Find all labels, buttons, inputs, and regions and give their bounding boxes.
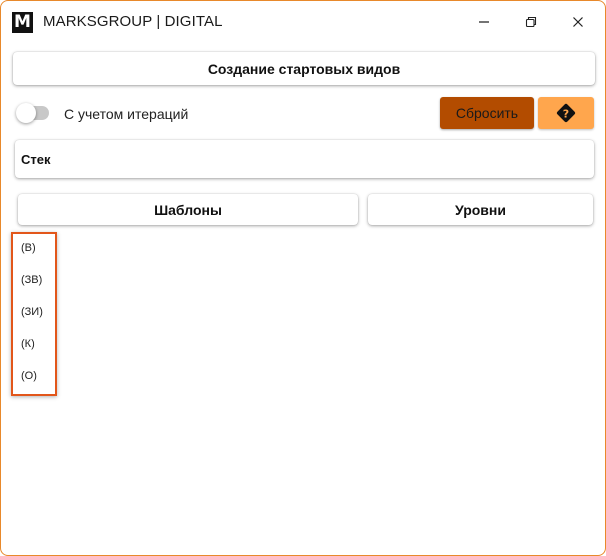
iterations-toggle-label: С учетом итераций — [64, 106, 189, 122]
maximize-button[interactable] — [508, 1, 554, 43]
tab-templates[interactable]: Шаблоны — [18, 194, 358, 225]
minimize-button[interactable] — [461, 1, 507, 43]
restore-icon — [525, 16, 537, 28]
app-title: MARKSGROUP | DIGITAL — [43, 13, 223, 30]
reset-button[interactable]: Сбросить — [440, 97, 534, 129]
help-button[interactable]: ? — [538, 97, 594, 129]
close-icon — [573, 17, 583, 27]
list-item[interactable]: (ЗВ) — [21, 274, 42, 286]
close-button[interactable] — [555, 1, 601, 43]
title-bar: M MARKSGROUP | DIGITAL — [1, 1, 605, 43]
app-logo: M — [12, 12, 33, 33]
list-item[interactable]: (К) — [21, 338, 35, 350]
list-item[interactable]: (В) — [21, 242, 36, 254]
app-window: M MARKSGROUP | DIGITAL Создание стартовы… — [0, 0, 606, 556]
list-item[interactable]: (ЗИ) — [21, 306, 43, 318]
iterations-toggle[interactable] — [16, 103, 49, 123]
stack-label: Стек — [21, 152, 51, 167]
list-item[interactable]: (О) — [21, 370, 37, 382]
svg-text:?: ? — [563, 108, 569, 121]
create-start-views-button[interactable]: Создание стартовых видов — [13, 52, 595, 85]
question-diamond-icon: ? — [556, 103, 576, 123]
templates-list: (В) (ЗВ) (ЗИ) (К) (О) — [11, 232, 57, 396]
minimize-icon — [479, 21, 489, 23]
toggle-knob — [16, 103, 36, 123]
tab-levels[interactable]: Уровни — [368, 194, 593, 225]
stack-field[interactable]: Стек — [15, 140, 594, 178]
